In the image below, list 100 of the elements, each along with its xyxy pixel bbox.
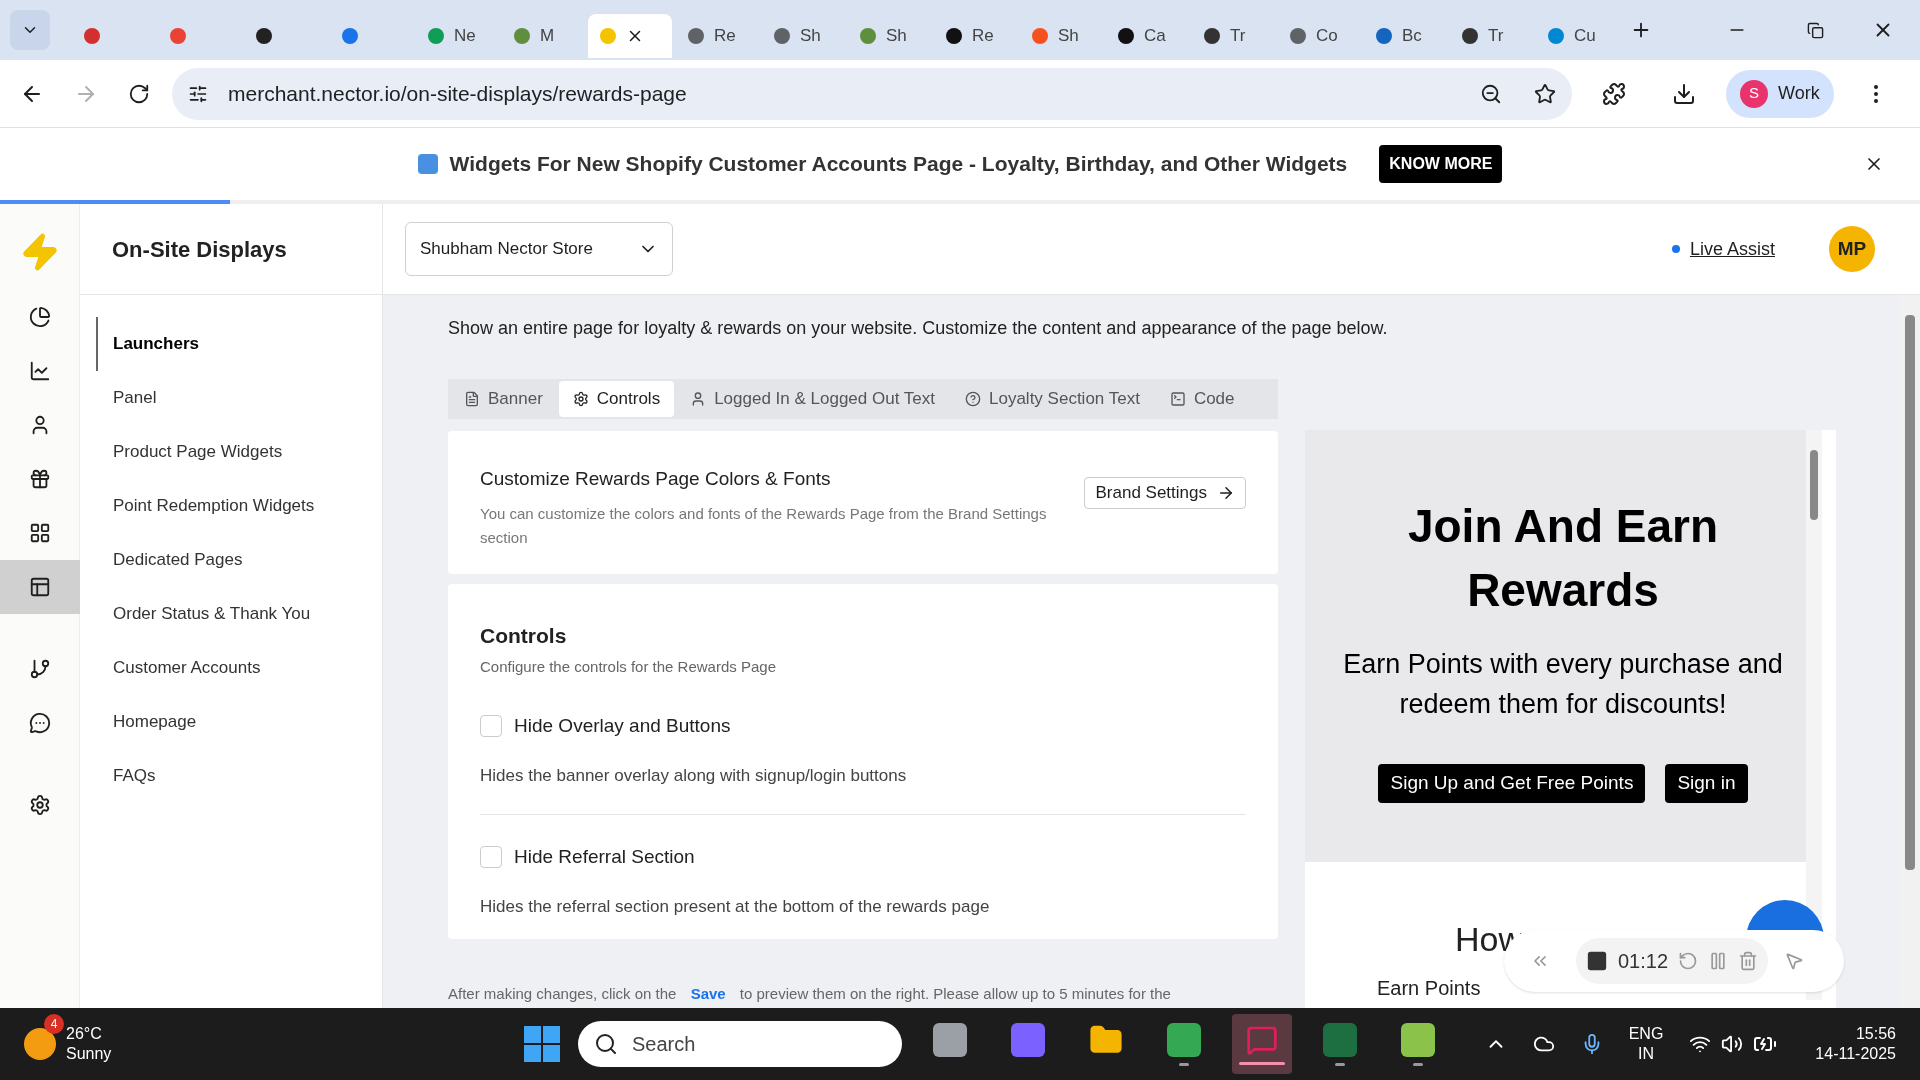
app-icon (1401, 1022, 1435, 1057)
checkbox[interactable] (480, 846, 502, 869)
grid-icon (28, 522, 51, 544)
language-text[interactable]: ENG (1628, 1024, 1664, 1044)
zoom-icon[interactable] (1480, 82, 1502, 105)
section-text: Earn Points (1377, 976, 1482, 1001)
terminal-icon (1169, 391, 1186, 407)
preview-button[interactable]: Sign in (1665, 764, 1748, 803)
tab[interactable]: Banner (450, 381, 557, 417)
site-info-icon[interactable] (188, 83, 208, 104)
footer-note: After making changes, click on the Save to preview them on the right. Please allow up to 5 minutes for the (448, 984, 1172, 1004)
card-text: You can customize the colors and fonts of the Rewards Page from the Brand Settings section (480, 503, 1048, 548)
browser-tab[interactable]: Ne (416, 14, 498, 58)
bookmark-icon[interactable] (1534, 82, 1556, 105)
option-label: Hide Referral Section (514, 845, 695, 869)
restore-icon[interactable] (1807, 21, 1824, 39)
card-title: Customize Rewards Page Colors & Fonts (480, 467, 832, 491)
arrow-right-icon (1217, 484, 1235, 502)
region-text[interactable]: IN (1638, 1044, 1654, 1064)
nav-item[interactable]: Customer Accounts (80, 641, 382, 695)
store-dropdown[interactable]: Shubham Nector Store (405, 222, 673, 276)
pointer-icon[interactable] (1784, 951, 1805, 971)
help-icon (965, 391, 981, 407)
address-bar[interactable]: merchant.nector.io/on-site-displays/rewards-page (172, 67, 1572, 120)
settings-icon (28, 794, 51, 816)
recording-time: 01:12 (1618, 949, 1669, 974)
taskbar-search-field[interactable]: Search (578, 1021, 902, 1067)
trash-icon[interactable] (1738, 951, 1759, 971)
user-avatar: MP (1829, 226, 1875, 272)
know-more-button[interactable]: KNOW MORE (1379, 145, 1503, 183)
browser-tab[interactable]: Re (676, 14, 758, 58)
page-description: Show an entire page for loyalty & rewards on your website. Customize the content and appearance of the page below. (448, 317, 1388, 340)
card-subtitle: Configure the controls for the Rewards Page (480, 656, 777, 677)
start-icon[interactable] (524, 1026, 560, 1062)
nav-item[interactable]: FAQs (80, 749, 382, 803)
notification-badge: 4 (44, 1014, 64, 1034)
volume-icon[interactable] (1721, 1033, 1744, 1055)
browser-tab[interactable]: Sh (762, 14, 844, 58)
gear-icon (572, 391, 589, 407)
reload-icon[interactable] (128, 82, 150, 105)
brand-settings-button[interactable]: Brand Settings (1084, 477, 1246, 509)
running-indicator (1239, 1061, 1285, 1065)
browser-tab[interactable]: Cu (1536, 14, 1618, 58)
preview-button[interactable]: Sign Up and Get Free Points (1378, 764, 1646, 803)
scroll-thumb (1810, 450, 1818, 520)
live-assist-link[interactable]: Live Assist (1689, 235, 1775, 263)
weather-icon (24, 1028, 56, 1060)
chat-icon (28, 712, 51, 734)
browser-tab[interactable]: Sh (1020, 14, 1102, 58)
browser-tab[interactable]: Bc (1364, 14, 1446, 58)
nav-item[interactable]: Dedicated Pages (80, 533, 382, 587)
stop-icon[interactable] (1586, 950, 1608, 972)
browser-tab[interactable]: Co (1278, 14, 1360, 58)
layout-icon (28, 576, 51, 598)
extensions-icon[interactable] (1602, 81, 1626, 106)
card-title: Controls (480, 623, 568, 649)
nav-item[interactable]: Order Status & Thank You (80, 587, 382, 641)
nav-item[interactable]: Panel (80, 371, 382, 425)
profile-button[interactable]: S Work (1726, 69, 1834, 118)
hero-title: Join And Earn Rewards (1406, 499, 1720, 618)
nav-item[interactable]: Product Page Widgets (80, 425, 382, 479)
option-label: Hide Overlay and Buttons (514, 714, 731, 738)
running-indicator (1335, 1062, 1345, 1066)
gift-icon (28, 468, 51, 490)
new-badge-icon (417, 154, 438, 174)
nav-item[interactable]: Point Redemption Widgets (80, 479, 382, 533)
browser-tab[interactable]: Tr (1450, 14, 1532, 58)
browser-tab[interactable]: Re (934, 14, 1016, 58)
temperature-text: 26°C (66, 1024, 103, 1044)
line-chart-icon (28, 360, 51, 382)
checkbox[interactable] (480, 715, 502, 738)
url-text: merchant.nector.io/on-site-displays/rewards-page (228, 80, 688, 107)
option-description: Hides the referral section present at the bottom of the rewards page (480, 895, 991, 918)
browser-tab[interactable]: Sh (848, 14, 930, 58)
app-icon (1167, 1022, 1201, 1057)
option-description: Hides the banner overlay along with signup/login buttons (480, 764, 908, 787)
profile-avatar: S (1740, 79, 1768, 108)
tab[interactable]: Loyalty Section Text (951, 381, 1154, 417)
announcement-text: Widgets For New Shopify Customer Accounts Page - Loyalty, Birthday, and Other Widgets (449, 151, 1348, 178)
download-icon[interactable] (1672, 81, 1696, 106)
tab[interactable]: Controls (558, 381, 675, 417)
browser-tab[interactable]: Ca (1106, 14, 1188, 58)
profile-label: Work (1778, 82, 1820, 105)
clock-date: 14-11-2025 (1815, 1044, 1896, 1064)
section-title: On-Site Displays (112, 235, 287, 264)
nav-item[interactable]: Homepage (80, 695, 382, 749)
app-icon (1323, 1022, 1357, 1057)
document-icon (464, 391, 480, 407)
weather-condition: Sunny (66, 1044, 112, 1064)
pie-chart-icon (28, 306, 51, 328)
running-indicator (1179, 1062, 1189, 1066)
hero-text: Earn Points with every purchase and redeem them for discounts! (1342, 648, 1784, 721)
taskbar-app[interactable] (1232, 1014, 1292, 1074)
tab[interactable]: Logged In & Logged Out Text (676, 381, 949, 417)
browser-tab[interactable]: Tr (1192, 14, 1274, 58)
restart-icon[interactable] (1678, 951, 1699, 971)
browser-tab[interactable]: M (502, 14, 584, 58)
rail-item[interactable] (0, 560, 80, 614)
app-icon (1011, 1022, 1045, 1057)
tab[interactable]: Code (1155, 381, 1249, 417)
